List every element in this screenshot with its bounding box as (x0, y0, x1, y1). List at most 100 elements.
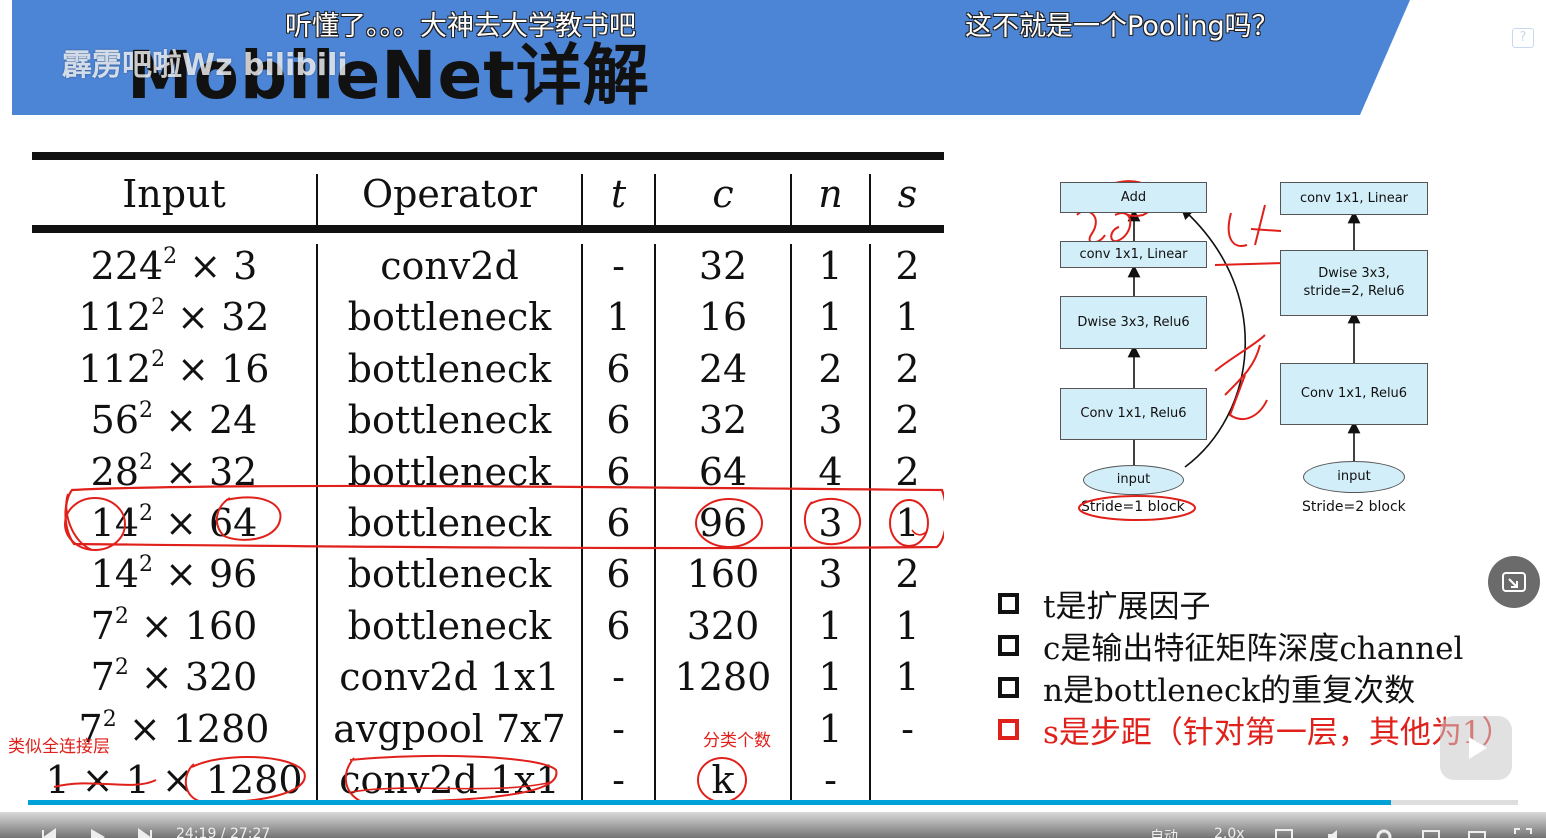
table-top-rule (32, 152, 944, 160)
input-node: input (1083, 465, 1184, 495)
settings-icon[interactable] (1375, 828, 1393, 838)
cell-input: 282 × 32 (90, 449, 258, 494)
cell-t: 6 (606, 449, 631, 494)
next-icon[interactable] (136, 828, 154, 838)
danmaku-icon[interactable] (1275, 828, 1293, 838)
previous-icon[interactable] (40, 828, 58, 838)
cell-input: 142 × 96 (90, 552, 258, 597)
cell-t: 6 (606, 346, 631, 391)
cell-s: 2 (895, 346, 920, 391)
cell-input: 562 × 24 (90, 398, 258, 443)
cell-input: 142 × 64 (90, 501, 258, 545)
header-t: t (610, 172, 627, 216)
cell-t: 6 (606, 398, 631, 443)
table-header-rule (32, 225, 944, 233)
header-n: n (818, 172, 843, 216)
legend-item-n: n是bottleneck的重复次数 (998, 666, 1538, 709)
cell-t: - (612, 244, 625, 288)
cell-s: 2 (895, 244, 920, 288)
cell-s: - (901, 706, 914, 751)
input-node-2: input (1303, 461, 1405, 493)
fullscreen-icon[interactable] (1514, 828, 1532, 838)
cell-op: bottleneck (347, 449, 552, 494)
header-c: c (712, 172, 734, 216)
volume-icon[interactable] (1326, 828, 1344, 838)
header-operator: Operator (361, 172, 538, 216)
play-overlay-button[interactable] (1440, 716, 1512, 780)
dwise-block-2: Dwise 3x3, stride=2, Relu6 (1280, 250, 1428, 316)
checkbox-icon (998, 634, 1019, 656)
cell-n: - (824, 758, 837, 802)
cell-s: 2 (895, 449, 920, 494)
speed-selector[interactable]: 2.0x (1214, 826, 1245, 838)
cell-n: 3 (818, 552, 843, 597)
cell-n: 1 (818, 603, 843, 648)
cell-c: 1280 (674, 655, 772, 700)
dwise-line1: Dwise 3x3, (1318, 266, 1390, 282)
title-banner: MobileNet详解 霹雳吧啦Wz bilibili (12, 0, 1546, 115)
linear-block-2: conv 1x1, Linear (1280, 182, 1428, 215)
cell-op: bottleneck (347, 552, 552, 597)
cell-n: 1 (818, 706, 843, 751)
cell-op: conv2d 1x1 (339, 655, 560, 700)
cell-n: 1 (818, 295, 843, 340)
time-display: 24:19 / 27:27 (176, 826, 271, 838)
cell-input: 1122 × 16 (78, 346, 270, 391)
header-s: s (897, 172, 918, 216)
cell-c: k (711, 758, 735, 802)
progress-bar[interactable] (28, 800, 1518, 805)
cell-t: - (612, 706, 625, 751)
cell-n: 1 (818, 655, 843, 700)
cell-c: 96 (698, 501, 748, 545)
cell-input: 1122 × 32 (78, 295, 270, 340)
help-icon[interactable]: ? (1512, 28, 1534, 48)
architecture-table: Input Operator t c n s 2242 × 3 conv2d -32… (32, 152, 944, 812)
cell-c: 16 (698, 295, 748, 340)
widescreen-icon[interactable] (1468, 828, 1486, 838)
header-input: Input (122, 172, 226, 216)
checkbox-icon (998, 676, 1019, 698)
cell-input: 72 × 160 (90, 603, 258, 648)
cell-s: 1 (895, 501, 920, 545)
cell-n: 4 (818, 449, 843, 494)
cell-n: 2 (818, 346, 843, 391)
stride1-circle (1078, 495, 1196, 521)
stride2-label: Stride=2 block (1302, 499, 1406, 515)
danmaku-comment: 这不就是一个Pooling吗？ (965, 11, 1279, 42)
checkbox-icon (998, 592, 1019, 614)
pip-icon[interactable] (1422, 828, 1440, 838)
cell-t: - (612, 758, 625, 802)
cell-input: 1 × 1 × 1280 (45, 758, 303, 802)
player-controls: 24:19 / 27:27 自动 2.0x (0, 812, 1546, 838)
cell-t: - (612, 655, 625, 700)
screenshot-button[interactable] (1488, 556, 1540, 608)
cell-op: bottleneck (347, 346, 552, 391)
cell-input: 72 × 320 (90, 655, 258, 700)
autoplay-toggle[interactable]: 自动 (1150, 826, 1178, 838)
note-fully-connected: 类似全连接层 (8, 737, 110, 757)
cell-s: 1 (895, 295, 920, 340)
cell-op: bottleneck (347, 398, 552, 443)
legend-text: n是bottleneck的重复次数 (1043, 672, 1416, 709)
cell-c: 24 (698, 346, 748, 391)
cell-c: 32 (698, 398, 748, 443)
progress-fill (28, 800, 1392, 805)
cell-n: 3 (818, 398, 843, 443)
linear-block: conv 1x1, Linear (1060, 241, 1207, 268)
conv-block: Conv 1x1, Relu6 (1060, 388, 1207, 440)
cell-input: 2242 × 3 (90, 244, 258, 288)
cell-n: 1 (818, 244, 843, 288)
cell-s: 1 (895, 655, 920, 700)
cell-s: 1 (895, 603, 920, 648)
play-button-icon[interactable] (88, 828, 106, 838)
note-class-count: 分类个数 (703, 731, 771, 751)
cell-n: 3 (818, 501, 843, 545)
checkbox-icon (998, 718, 1019, 740)
cell-t: 6 (606, 603, 631, 648)
cell-c: 160 (686, 552, 760, 597)
cell-op: avgpool 7x7 (333, 706, 566, 751)
dwise-block: Dwise 3x3, Relu6 (1060, 296, 1207, 349)
cell-s: 2 (895, 398, 920, 443)
legend-text: c是输出特征矩阵深度channel (1043, 630, 1464, 667)
legend-item-t: t是扩展因子 (998, 582, 1538, 625)
